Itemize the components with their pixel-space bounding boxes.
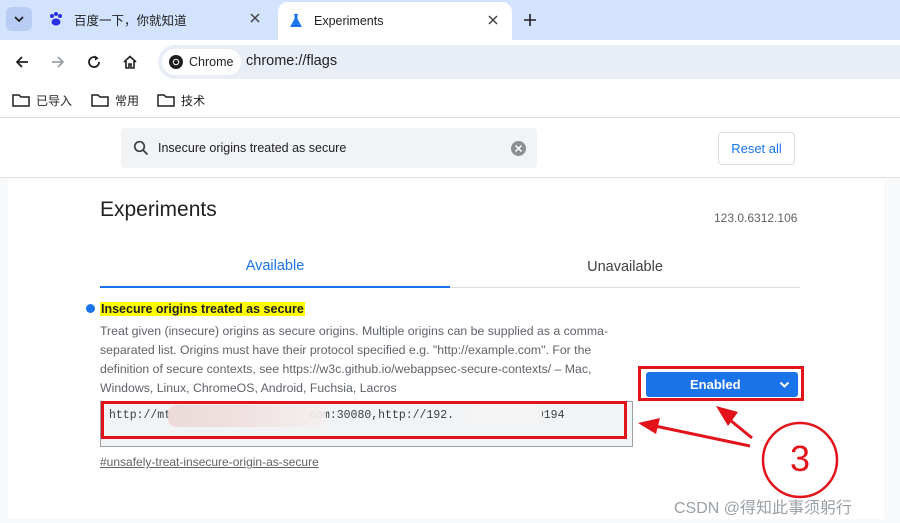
folder-icon (12, 94, 30, 107)
bookmarks-bar: 已导入 常用 技术 (0, 84, 900, 118)
bookmark-label: 技术 (181, 93, 206, 108)
clear-search-icon[interactable] (511, 141, 526, 156)
url-text[interactable]: chrome://flags (246, 53, 337, 69)
bookmark-folder[interactable]: 常用 (91, 91, 139, 109)
search-value: Insecure origins treated as secure (158, 141, 347, 155)
flag-search-input[interactable]: Insecure origins treated as secure (121, 128, 537, 168)
folder-icon (157, 94, 175, 107)
tab-baidu[interactable]: 百度一下，你就知道 (38, 0, 274, 38)
reload-icon (88, 55, 100, 68)
close-icon[interactable] (486, 13, 500, 27)
flag-anchor-link[interactable]: #unsafely-treat-insecure-origin-as-secur… (100, 455, 319, 469)
flag-description: Treat given (insecure) origins as secure… (100, 324, 609, 395)
reload-button[interactable] (82, 50, 106, 74)
annotation-box-select (638, 366, 804, 401)
search-icon (133, 140, 149, 156)
back-button[interactable] (10, 50, 34, 74)
tab-title: Experiments (314, 14, 384, 28)
tab-search-button[interactable] (6, 7, 32, 31)
bookmark-label: 常用 (115, 93, 140, 108)
site-info-chip[interactable]: Chrome (162, 49, 242, 75)
bookmark-label: 已导入 (36, 93, 73, 108)
forward-button[interactable] (46, 50, 70, 74)
arrow-right-icon (52, 56, 65, 68)
chip-label: Chrome (189, 55, 234, 69)
step-number: 3 (790, 438, 811, 479)
tab-title: 百度一下，你就知道 (74, 13, 187, 28)
tab-available[interactable]: Available (100, 246, 450, 288)
toolbar: Chrome chrome://flags (0, 40, 900, 84)
plus-icon (524, 14, 536, 26)
flag-name: Insecure origins treated as secure (100, 302, 305, 316)
bookmark-folder[interactable]: 技术 (157, 91, 205, 109)
version-label: 123.0.6312.106 (714, 211, 798, 225)
folder-icon (91, 94, 109, 107)
page-title: Experiments (100, 198, 217, 221)
bookmark-folder[interactable]: 已导入 (12, 91, 72, 109)
annotation-box-input (101, 401, 627, 439)
home-icon (123, 55, 137, 69)
watermark: CSDN @得知此事须躬行 (674, 500, 853, 517)
home-button[interactable] (118, 50, 142, 74)
flags-tabs: Available Unavailable (100, 246, 800, 288)
chrome-logo-icon (169, 55, 183, 69)
chevron-down-icon (14, 16, 24, 23)
arrow-left-icon (15, 56, 28, 68)
reset-all-button[interactable]: Reset all (718, 132, 795, 165)
baidu-paw-icon (48, 11, 64, 27)
tab-unavailable[interactable]: Unavailable (450, 246, 800, 288)
tab-experiments[interactable]: Experiments (278, 2, 512, 40)
new-tab-button[interactable] (518, 8, 542, 32)
address-bar[interactable]: Chrome chrome://flags (158, 45, 900, 79)
flask-icon (288, 13, 304, 29)
close-icon[interactable] (248, 11, 262, 25)
tab-strip: 百度一下，你就知道 Experiments (0, 0, 900, 40)
modified-indicator (86, 304, 95, 313)
flags-header: Insecure origins treated as secure Reset… (0, 118, 900, 178)
